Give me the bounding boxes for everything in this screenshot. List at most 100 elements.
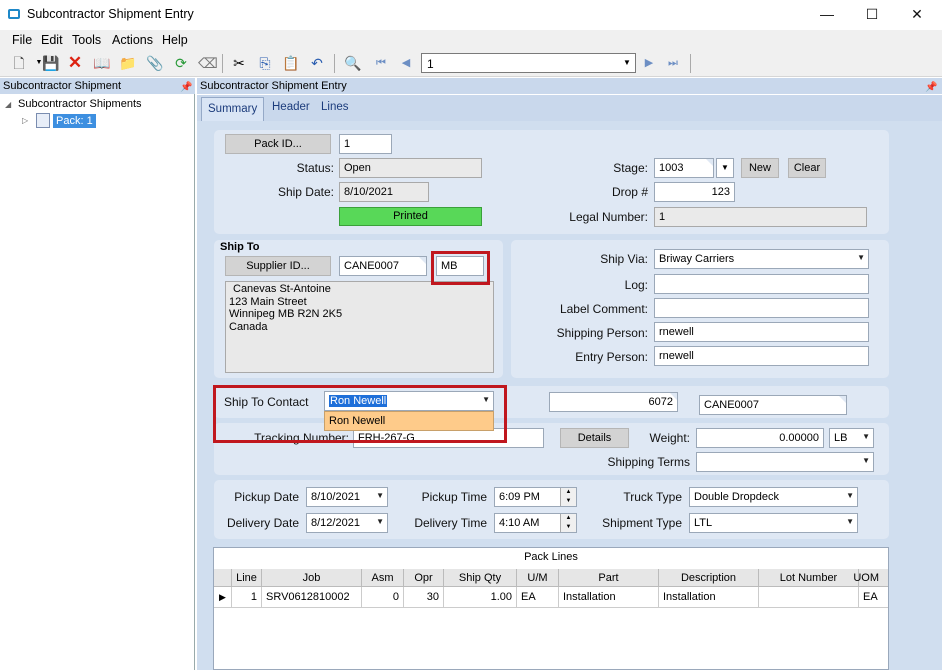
chevron-down-icon[interactable]: ▼ xyxy=(857,253,865,262)
supplier-id-button[interactable]: Supplier ID... xyxy=(225,256,331,276)
book-icon[interactable]: 📖 xyxy=(93,54,111,72)
close-icon[interactable]: ✕ xyxy=(906,4,928,24)
column-header[interactable]: U/M xyxy=(517,569,559,587)
details-button[interactable]: Details xyxy=(560,428,629,448)
tree-item-pack[interactable]: Pack: 1 xyxy=(53,114,96,128)
log-field[interactable] xyxy=(654,274,869,294)
clear-button[interactable]: Clear xyxy=(788,158,826,178)
column-header[interactable]: Job xyxy=(262,569,362,587)
table-cell[interactable]: EA xyxy=(859,587,888,608)
tab-summary[interactable]: Summary xyxy=(201,97,265,121)
tab-lines[interactable]: Lines xyxy=(321,101,349,113)
collapse-icon[interactable]: ▷ xyxy=(22,116,28,125)
drop-field[interactable]: 123 xyxy=(654,182,735,202)
record-selector[interactable]: 1 ▼ xyxy=(421,53,636,73)
menu-help[interactable]: Help xyxy=(162,33,188,47)
entry-person-field[interactable]: rnewell xyxy=(654,346,869,366)
last-record-icon[interactable]: ⏭ xyxy=(664,54,682,72)
pack-id-field[interactable]: 1 xyxy=(339,134,392,154)
table-cell[interactable]: 1 xyxy=(232,587,262,608)
menu-edit[interactable]: Edit xyxy=(41,33,63,47)
maximize-icon[interactable]: ☐ xyxy=(861,4,883,24)
chevron-down-icon[interactable]: ▼ xyxy=(846,491,854,500)
pack-icon xyxy=(36,113,50,128)
attach-icon[interactable]: 📎 xyxy=(146,54,164,72)
table-cell[interactable]: EA xyxy=(517,587,559,608)
delete-icon[interactable]: ✕ xyxy=(66,54,84,72)
pickup-date-label: Pickup Date xyxy=(234,490,299,504)
label-comment-field[interactable] xyxy=(654,298,869,318)
time-spinner-icon[interactable]: ▲ ▼ xyxy=(560,488,576,506)
tab-header[interactable]: Header xyxy=(272,101,310,113)
table-cell[interactable]: Installation xyxy=(559,587,659,608)
search-icon[interactable]: 🔍 xyxy=(344,54,362,72)
column-header[interactable]: Opr xyxy=(404,569,444,587)
menu-actions[interactable]: Actions xyxy=(112,33,153,47)
time-spinner-icon[interactable]: ▲ ▼ xyxy=(560,514,576,532)
next-record-icon[interactable]: ▶ xyxy=(640,54,658,72)
column-header[interactable]: Line xyxy=(232,569,262,587)
previous-record-icon[interactable]: ◀ xyxy=(397,54,415,72)
ship-via-value: Briway Carriers xyxy=(659,253,735,265)
table-cell[interactable]: 30 xyxy=(404,587,444,608)
truck-type-select[interactable]: Double Dropdeck ▼ xyxy=(689,487,858,507)
table-cell[interactable]: SRV0612810002 xyxy=(262,587,362,608)
table-cell[interactable] xyxy=(759,587,859,608)
expand-icon[interactable]: ◢ xyxy=(5,100,11,109)
delivery-time-field[interactable]: 4:10 AM ▲ ▼ xyxy=(494,513,577,533)
paste-icon[interactable]: 📋 xyxy=(282,54,300,72)
table-cell[interactable]: 0 xyxy=(362,587,404,608)
folder-icon[interactable]: 📁 xyxy=(119,54,137,72)
weight-unit-select[interactable]: LB ▼ xyxy=(829,428,874,448)
column-header[interactable]: Ship Qty xyxy=(444,569,517,587)
entry-person-label: Entry Person: xyxy=(575,350,648,364)
column-header[interactable]: UOM xyxy=(853,569,888,587)
shipment-type-select[interactable]: LTL ▼ xyxy=(689,513,858,533)
new-icon[interactable]: 🗋 xyxy=(10,54,28,72)
column-header[interactable]: Part xyxy=(559,569,659,587)
contact-number-field[interactable]: 6072 xyxy=(549,392,678,412)
stage-dropdown-icon[interactable]: ▼ xyxy=(716,158,734,178)
shipping-terms-select[interactable]: ▼ xyxy=(696,452,874,472)
table-cell[interactable]: 1.00 xyxy=(444,587,517,608)
pack-id-button[interactable]: Pack ID... xyxy=(225,134,331,154)
weight-field[interactable]: 0.00000 xyxy=(696,428,824,448)
contact-code-field[interactable]: CANE0007 xyxy=(699,395,847,415)
shipping-person-field[interactable]: rnewell xyxy=(654,322,869,342)
chevron-down-icon[interactable]: ▼ xyxy=(846,517,854,526)
chevron-down-icon[interactable]: ▼ xyxy=(619,54,635,72)
tree-root[interactable]: Subcontractor Shipments xyxy=(18,98,142,110)
calendar-dropdown-icon[interactable]: ▼ xyxy=(376,491,384,500)
tab-strip: Summary Header Lines xyxy=(197,95,942,121)
chevron-down-icon[interactable]: ▼ xyxy=(862,456,870,465)
truck-type-value: Double Dropdeck xyxy=(694,491,779,503)
pickup-date-field[interactable]: 8/10/2021 ▼ xyxy=(306,487,388,507)
delivery-date-field[interactable]: 8/12/2021 ▼ xyxy=(306,513,388,533)
refresh-icon[interactable]: ⟳ xyxy=(172,54,190,72)
undo-icon[interactable]: ↶ xyxy=(308,54,326,72)
first-record-icon[interactable]: ⏮ xyxy=(372,54,390,72)
chevron-down-icon[interactable]: ▼ xyxy=(862,432,870,441)
supplier-id-field[interactable]: CANE0007 xyxy=(339,256,427,276)
cut-icon[interactable]: ✂ xyxy=(230,54,248,72)
menu-tools[interactable]: Tools xyxy=(72,33,101,47)
pickup-time-field[interactable]: 6:09 PM ▲ ▼ xyxy=(494,487,577,507)
table-cell[interactable]: Installation xyxy=(659,587,759,608)
row-selector-icon[interactable]: ▶ xyxy=(214,587,232,608)
address-line: Canada xyxy=(229,320,268,333)
menu-file[interactable]: File xyxy=(12,33,32,47)
stage-field[interactable]: 1003 xyxy=(654,158,714,178)
copy-icon[interactable]: ⎘ xyxy=(256,54,274,72)
new-button[interactable]: New xyxy=(741,158,779,178)
tree-pane-header: Subcontractor Shipment 📌 xyxy=(0,78,195,94)
ship-via-select[interactable]: Briway Carriers ▼ xyxy=(654,249,869,269)
calendar-dropdown-icon[interactable]: ▼ xyxy=(376,517,384,526)
eraser-icon[interactable]: ⌫ xyxy=(198,54,218,72)
pin-icon[interactable]: 📌 xyxy=(925,80,937,96)
menu-bar: File Edit Tools Actions Help xyxy=(0,30,942,50)
column-header[interactable]: Description xyxy=(659,569,759,587)
save-icon[interactable]: 💾 xyxy=(42,54,60,72)
minimize-icon[interactable]: — xyxy=(816,4,838,24)
column-header[interactable]: Asm xyxy=(362,569,404,587)
legal-number-label: Legal Number: xyxy=(569,210,648,224)
